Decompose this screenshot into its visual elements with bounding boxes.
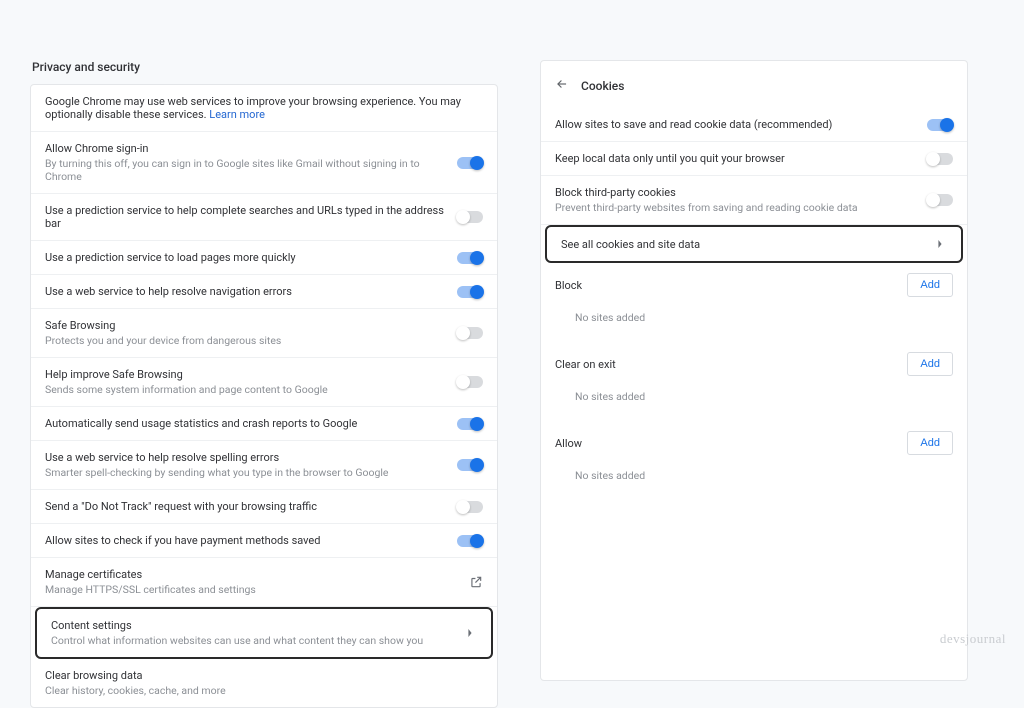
- section-label: Clear on exit: [555, 358, 616, 371]
- setting-title: Allow sites to check if you have payment…: [45, 534, 457, 547]
- chevron-right-icon: [463, 626, 477, 640]
- setting-subtitle: By turning this off, you can sign in to …: [45, 157, 457, 183]
- add-allow-button[interactable]: Add: [907, 431, 953, 455]
- toggle-block-third-party[interactable]: [927, 194, 953, 206]
- setting-title: Clear browsing data: [45, 669, 483, 682]
- privacy-security-panel: Google Chrome may use web services to im…: [30, 84, 498, 708]
- setting-row-usage-stats[interactable]: Automatically send usage statistics and …: [31, 407, 497, 441]
- setting-title: Content settings: [51, 619, 463, 632]
- manage-certificates-row[interactable]: Manage certificates Manage HTTPS/SSL cer…: [31, 558, 497, 607]
- intro-row: Google Chrome may use web services to im…: [31, 85, 497, 132]
- toggle-usage-stats[interactable]: [457, 418, 483, 430]
- toggle-prediction-pages[interactable]: [457, 252, 483, 264]
- toggle-prediction-search[interactable]: [457, 211, 483, 223]
- cookies-title: Cookies: [581, 79, 624, 93]
- toggle-payment-methods[interactable]: [457, 535, 483, 547]
- setting-row-prediction-pages[interactable]: Use a prediction service to load pages m…: [31, 241, 497, 275]
- setting-row-spelling[interactable]: Use a web service to help resolve spelli…: [31, 441, 497, 490]
- cookies-panel: Cookies Allow sites to save and read coo…: [540, 60, 968, 681]
- cookies-header: Cookies: [541, 61, 967, 108]
- setting-row-payment-methods[interactable]: Allow sites to check if you have payment…: [31, 524, 497, 558]
- cookie-row-block-third-party[interactable]: Block third-party cookies Prevent third-…: [541, 176, 967, 225]
- toggle-improve-safe-browsing[interactable]: [457, 376, 483, 388]
- toggle-do-not-track[interactable]: [457, 501, 483, 513]
- clear-on-exit-empty-text: No sites added: [541, 382, 967, 421]
- allow-section-header: Allow Add: [541, 421, 967, 461]
- block-empty-text: No sites added: [541, 303, 967, 342]
- setting-title: Allow Chrome sign-in: [45, 142, 457, 155]
- setting-subtitle: Protects you and your device from danger…: [45, 334, 457, 347]
- setting-title: Allow sites to save and read cookie data…: [555, 118, 927, 131]
- block-section-header: Block Add: [541, 263, 967, 303]
- setting-row-prediction-search[interactable]: Use a prediction service to help complet…: [31, 194, 497, 241]
- cookie-row-keep-until-quit[interactable]: Keep local data only until you quit your…: [541, 142, 967, 176]
- toggle-safe-browsing[interactable]: [457, 327, 483, 339]
- setting-row-safe-browsing[interactable]: Safe Browsing Protects you and your devi…: [31, 309, 497, 358]
- setting-title: Safe Browsing: [45, 319, 457, 332]
- watermark: devsjournal: [940, 631, 1006, 647]
- setting-row-improve-safe-browsing[interactable]: Help improve Safe Browsing Sends some sy…: [31, 358, 497, 407]
- setting-title: See all cookies and site data: [561, 238, 933, 251]
- setting-subtitle: Smarter spell-checking by sending what y…: [45, 466, 457, 479]
- allow-empty-text: No sites added: [541, 461, 967, 500]
- toggle-spelling[interactable]: [457, 459, 483, 471]
- back-arrow-icon[interactable]: [555, 77, 569, 94]
- setting-subtitle: Control what information websites can us…: [51, 634, 463, 647]
- setting-row-nav-errors[interactable]: Use a web service to help resolve naviga…: [31, 275, 497, 309]
- setting-title: Help improve Safe Browsing: [45, 368, 457, 381]
- setting-row-do-not-track[interactable]: Send a "Do Not Track" request with your …: [31, 490, 497, 524]
- see-all-cookies-row[interactable]: See all cookies and site data: [545, 225, 963, 263]
- external-link-icon: [469, 575, 483, 589]
- toggle-allow-cookies[interactable]: [927, 119, 953, 131]
- toggle-chrome-signin[interactable]: [457, 157, 483, 169]
- section-label: Block: [555, 279, 582, 292]
- setting-title: Manage certificates: [45, 568, 469, 581]
- setting-title: Use a web service to help resolve naviga…: [45, 285, 457, 298]
- section-label: Allow: [555, 437, 582, 450]
- setting-title: Use a prediction service to help complet…: [45, 204, 457, 230]
- learn-more-link[interactable]: Learn more: [209, 108, 265, 121]
- setting-subtitle: Manage HTTPS/SSL certificates and settin…: [45, 583, 469, 596]
- setting-title: Use a prediction service to load pages m…: [45, 251, 457, 264]
- clear-browsing-data-row[interactable]: Clear browsing data Clear history, cooki…: [31, 659, 497, 707]
- toggle-nav-errors[interactable]: [457, 286, 483, 298]
- clear-on-exit-section-header: Clear on exit Add: [541, 342, 967, 382]
- setting-title: Send a "Do Not Track" request with your …: [45, 500, 457, 513]
- cookie-row-allow-save[interactable]: Allow sites to save and read cookie data…: [541, 108, 967, 142]
- privacy-security-header: Privacy and security: [32, 60, 140, 74]
- setting-title: Use a web service to help resolve spelli…: [45, 451, 457, 464]
- setting-subtitle: Clear history, cookies, cache, and more: [45, 684, 483, 697]
- setting-title: Block third-party cookies: [555, 186, 927, 199]
- setting-title: Keep local data only until you quit your…: [555, 152, 927, 165]
- setting-subtitle: Sends some system information and page c…: [45, 383, 457, 396]
- chevron-right-icon: [933, 237, 947, 251]
- content-settings-row[interactable]: Content settings Control what informatio…: [35, 607, 493, 659]
- add-block-button[interactable]: Add: [907, 273, 953, 297]
- setting-row-chrome-signin[interactable]: Allow Chrome sign-in By turning this off…: [31, 132, 497, 194]
- setting-subtitle: Prevent third-party websites from saving…: [555, 201, 927, 214]
- add-clear-on-exit-button[interactable]: Add: [907, 352, 953, 376]
- setting-title: Automatically send usage statistics and …: [45, 417, 457, 430]
- toggle-keep-until-quit[interactable]: [927, 153, 953, 165]
